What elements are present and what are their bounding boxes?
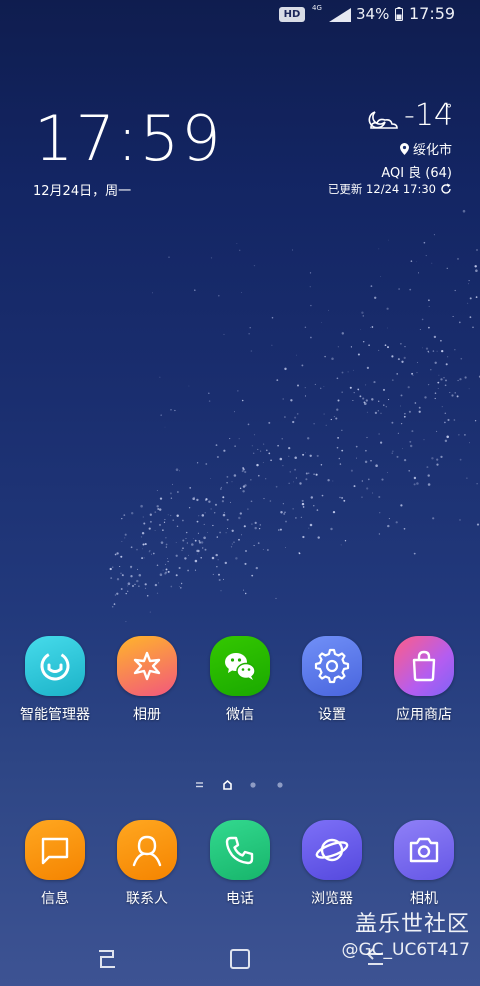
galaxy-store-icon (412, 650, 436, 682)
app-label: 相机 (410, 891, 438, 907)
recent-apps-icon (99, 950, 115, 968)
app-label: 信息 (41, 891, 69, 907)
gallery-icon (133, 651, 161, 681)
clock-widget-date[interactable]: 12月24日，周一 (33, 180, 131, 199)
camera-icon (409, 837, 439, 863)
dock-internet[interactable]: 浏览器 (287, 820, 377, 908)
app-galaxy-store[interactable]: 应用商店 (379, 636, 469, 724)
app-label: 微信 (226, 707, 254, 723)
air-quality-index: AQI 良 (64) (381, 166, 452, 181)
messages-tile[interactable] (25, 820, 85, 880)
messages-icon (41, 837, 69, 865)
weather-updated-row[interactable]: 已更新 12/24 17:30 (328, 181, 452, 197)
status-bar: HD 4G 34% 17:59 (0, 0, 480, 30)
wechat-tile[interactable] (210, 636, 270, 696)
signal-strength-icon (329, 8, 351, 22)
app-label: 相册 (133, 707, 161, 723)
battery-percentage: 34% (356, 5, 390, 23)
app-label: 设置 (318, 707, 346, 723)
home-square-icon (230, 949, 250, 969)
recent-apps-button[interactable] (92, 946, 122, 972)
community-watermark: 盖乐世社区 @GC_UC6T417 (341, 906, 470, 960)
location-pin-icon (399, 142, 409, 155)
home-page-lines-icon (196, 782, 203, 788)
weather-updated-text: 已更新 12/24 17:30 (327, 182, 436, 196)
galaxy-store-tile[interactable] (394, 636, 454, 696)
app-label: 电话 (226, 891, 254, 907)
battery-icon (395, 7, 403, 21)
app-device-care[interactable]: 智能管理器 (10, 636, 100, 724)
camera-tile[interactable] (394, 820, 454, 880)
watermark-user: @GC_UC6T417 (341, 940, 470, 960)
internet-browser-icon (315, 838, 349, 862)
settings-gear-icon (314, 648, 350, 684)
contacts-tile[interactable] (117, 820, 177, 880)
phone-icon (225, 836, 254, 865)
dock-phone[interactable]: 电话 (195, 820, 285, 908)
settings-tile[interactable] (302, 636, 362, 696)
hd-voice-badge: HD (279, 7, 305, 22)
home-screen: HD 4G 34% 17:59 17:59 12月24日，周一 -14 ° 绥化… (0, 0, 480, 986)
network-type-label: 4G (312, 4, 322, 12)
device-care-tile[interactable] (25, 636, 85, 696)
page-dot (277, 782, 283, 788)
app-label: 应用商店 (396, 707, 452, 723)
clock-widget-time[interactable]: 17:59 (34, 104, 223, 174)
weather-location[interactable]: 绥化市 (399, 139, 452, 158)
page-indicator[interactable] (196, 779, 286, 791)
location-name: 绥化市 (412, 143, 452, 158)
internet-tile[interactable] (302, 820, 362, 880)
home-button[interactable] (225, 946, 255, 972)
dock-messages[interactable]: 信息 (10, 820, 100, 908)
gallery-tile[interactable] (117, 636, 177, 696)
app-label: 智能管理器 (20, 707, 90, 723)
app-settings[interactable]: 设置 (287, 636, 377, 724)
refresh-icon[interactable] (440, 183, 452, 195)
home-page-indicator-icon (223, 779, 232, 790)
device-care-icon (40, 651, 70, 681)
cloudy-night-weather-icon[interactable] (365, 108, 399, 132)
app-label: 浏览器 (311, 891, 353, 907)
dock-camera[interactable]: 相机 (379, 820, 469, 908)
phone-tile[interactable] (210, 820, 270, 880)
app-gallery[interactable]: 相册 (102, 636, 192, 724)
watermark-brand: 盖乐世社区 (354, 912, 470, 937)
wechat-icon (225, 653, 256, 680)
contacts-icon (132, 835, 162, 867)
page-dot (250, 782, 256, 788)
status-bar-clock: 17:59 (409, 4, 456, 23)
degree-symbol: ° (446, 102, 452, 116)
app-label: 联系人 (126, 891, 168, 907)
app-wechat[interactable]: 微信 (195, 636, 285, 724)
dock-contacts[interactable]: 联系人 (102, 820, 192, 908)
